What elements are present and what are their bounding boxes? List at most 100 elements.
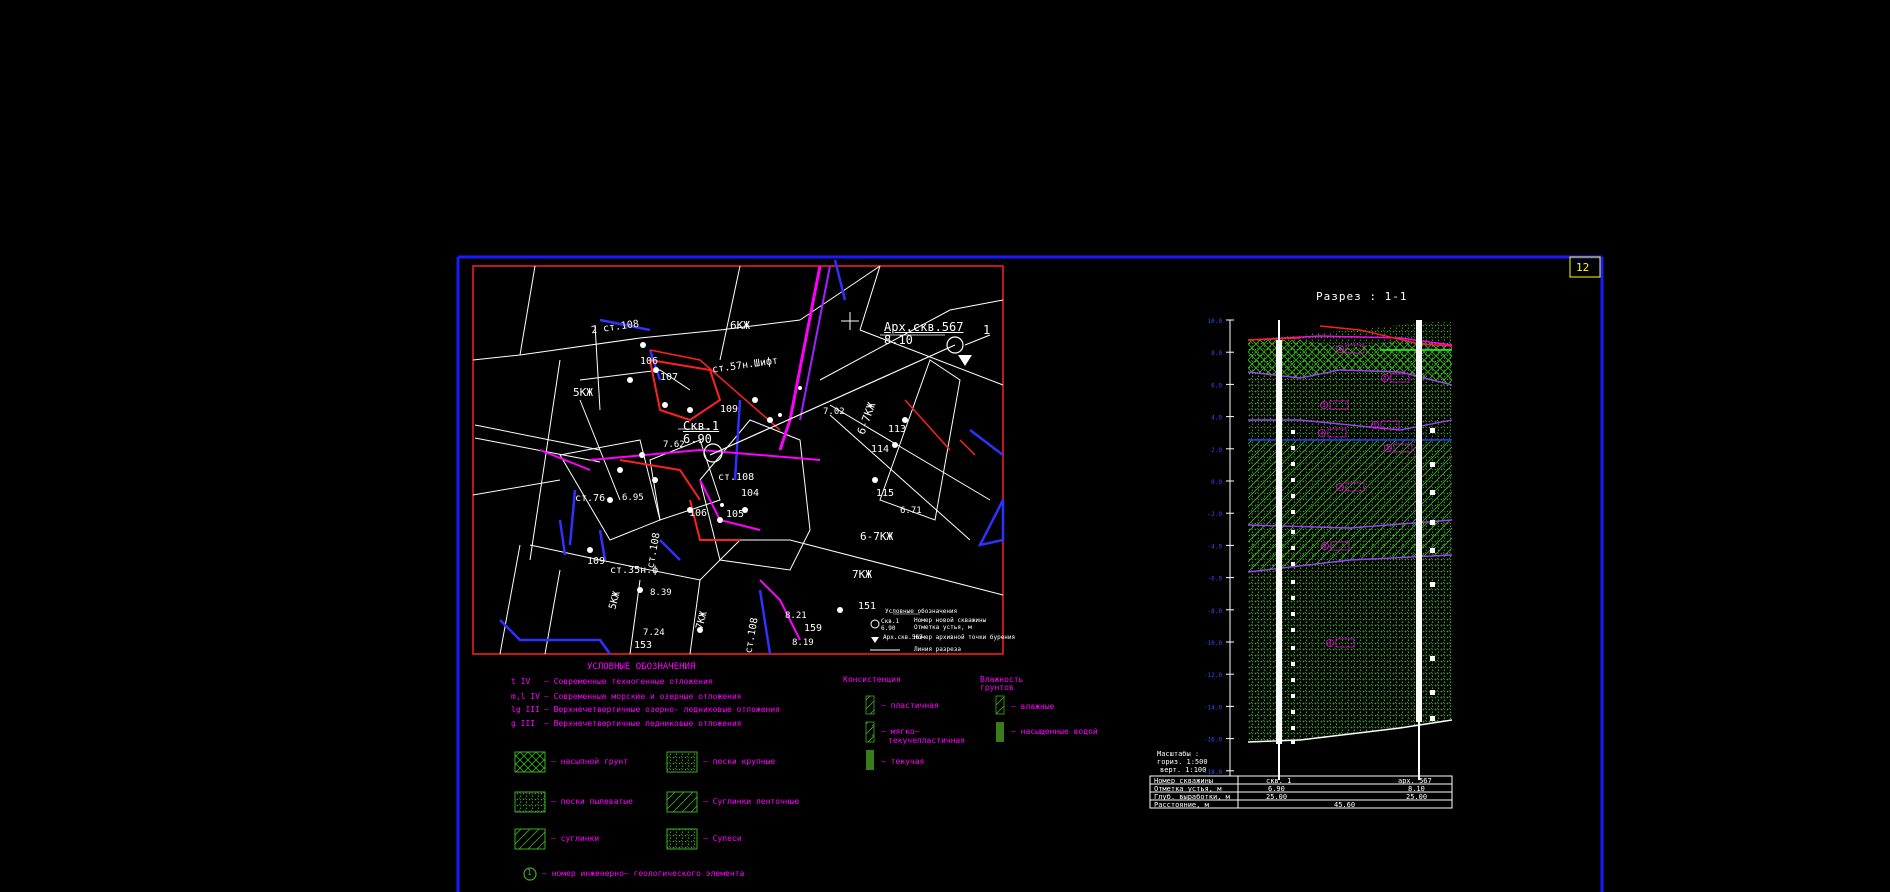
legend-title: УСЛОВНЫЕ ОБОЗНАЧЕНИЯ: [587, 662, 696, 672]
axis-tick-label: -14.0: [1204, 704, 1222, 711]
element-tag-label: 2: [1383, 376, 1386, 382]
stratum-desc: – Современные техногенные отложения: [544, 677, 713, 686]
sample-marker: [1430, 582, 1435, 587]
point-label: 107: [660, 372, 679, 383]
table-cell: 8.10: [1408, 785, 1425, 793]
point-label: 109: [720, 404, 739, 415]
well-1-column: [1276, 320, 1282, 780]
block-label: 5КЖ: [573, 386, 593, 399]
elev-label: 8.21: [785, 611, 807, 621]
axis-tick-label: 10.0: [1208, 318, 1223, 325]
table-cell: скв. 1: [1266, 777, 1292, 785]
consistency-item: текучепластичная: [888, 736, 966, 745]
elev-label: 8.39: [650, 588, 672, 598]
element-tag-label: 1: [1338, 347, 1341, 353]
axis-tick-label: -18.0: [1204, 769, 1222, 776]
sample-marker: [1291, 662, 1295, 666]
stratum-code: t IV: [511, 677, 531, 686]
mini-legend-title: Условные обозначения: [885, 608, 958, 615]
axis-tick-label: 4.0: [1211, 415, 1222, 422]
sample-marker: [1291, 562, 1295, 566]
element-tag-label: 9: [1328, 641, 1331, 647]
sample-marker: [1291, 430, 1295, 434]
axis-tick-label: -2.0: [1208, 511, 1223, 518]
axis-tick-label: -6.0: [1208, 576, 1223, 583]
elev-label: 7.24: [643, 628, 665, 638]
section-mark: 1: [983, 323, 991, 337]
table-row-label: Номер скважины: [1154, 777, 1214, 785]
table-row-label: Расстояние, м: [1154, 801, 1209, 809]
sample-marker: [1430, 690, 1435, 695]
drawing-canvas: 10.0 8.0 6.0 4.0 2.0 0.0 -2.0 -4.0 -6.0 -8.0 -10.0…: [456, 255, 1604, 892]
block-label: 6-7КЖ: [860, 530, 894, 543]
axis-tick-label: -16.0: [1204, 737, 1222, 744]
sample-marker: [1430, 656, 1435, 661]
element-tag-label: 6: [1386, 446, 1389, 452]
elev-label: 6.95: [622, 493, 644, 503]
stratum-code: lg III: [511, 705, 540, 714]
sample-marker: [1291, 510, 1295, 514]
table-cell: 25.00: [1406, 793, 1428, 801]
consistency-item: – мягко–: [881, 727, 920, 736]
soil-desc: – пески крупные: [703, 757, 776, 766]
archive-well-elevation: 8.10: [884, 333, 913, 347]
sheet-number: 12: [1576, 261, 1590, 274]
axis-tick-label: -4.0: [1208, 543, 1223, 550]
sample-marker: [1291, 710, 1295, 714]
point-label: 151: [858, 601, 877, 612]
stratum-code: m,l IV: [511, 692, 540, 701]
point-label: 159: [804, 623, 823, 634]
element-tag-label: 4: [1320, 431, 1323, 437]
axis-tick-label: 0.0: [1211, 479, 1222, 486]
moisture-title-2: грунтов: [980, 683, 1014, 692]
element-tag-label: 3: [1322, 403, 1325, 409]
soil-desc: – пески пылеватые: [551, 797, 633, 806]
table-cell: арх. 567: [1398, 777, 1432, 785]
new-well-name: Скв.1: [683, 419, 720, 433]
point-label: 109: [587, 556, 606, 567]
elev-label: 8.19: [792, 638, 814, 648]
stratum-code: g III: [511, 719, 536, 728]
element-tag-label: 8: [1323, 544, 1326, 550]
axis-tick-label: 2.0: [1211, 447, 1222, 454]
sample-marker: [1430, 462, 1435, 467]
new-well-elevation: 6.90: [683, 432, 712, 446]
soil-desc: – Супеси: [703, 834, 742, 843]
consistency-title: Консистенция: [843, 675, 901, 684]
element-tag-label: 5: [1373, 423, 1376, 429]
soil-desc: – Суглинки ленточные: [703, 797, 800, 806]
axis-tick-label: 6.0: [1211, 382, 1222, 389]
stratum-desc: – Верхнечетвертичные озерно- ледниковые …: [544, 705, 781, 714]
sample-marker: [1291, 546, 1295, 550]
mini-legend-item: Скв.1: [881, 618, 900, 625]
axis-tick-label: -10.0: [1204, 640, 1222, 647]
building-label: ст.76: [575, 493, 606, 504]
table-cell: 25.00: [1266, 793, 1288, 801]
mini-legend-item: Отметка устья, м: [914, 624, 972, 631]
sample-marker: [1291, 446, 1295, 450]
block-label: 7КЖ: [852, 568, 872, 581]
point-label: 153: [634, 640, 653, 651]
elev-label: 7.02: [823, 407, 845, 417]
sample-marker: [1291, 478, 1295, 482]
moisture-item: – насыщенные водой: [1011, 727, 1098, 736]
table-row-label: Глуб. выработки, м: [1154, 793, 1230, 801]
elev-label: 6.71: [900, 506, 922, 516]
table-cell: 45.60: [1334, 801, 1356, 809]
point-label: 105: [726, 509, 745, 520]
element-tag-label: 7: [1338, 485, 1341, 491]
moisture-item: – влажные: [1011, 702, 1055, 711]
sample-marker: [1291, 462, 1295, 466]
section-title: Разрез : 1-1: [1316, 290, 1408, 303]
sample-marker: [1291, 678, 1295, 682]
sample-marker: [1291, 726, 1295, 730]
geological-section: 10.0 8.0 6.0 4.0 2.0 0.0 -2.0 -4.0 -6.0 -8.0 -10.0…: [1149, 318, 1453, 809]
soil-desc: – суглинки: [551, 834, 600, 843]
sample-marker: [1291, 740, 1295, 744]
mini-legend-item: 6.90: [881, 625, 896, 632]
sample-marker: [1430, 520, 1435, 525]
axis-tick-label: 8.0: [1211, 350, 1222, 357]
point-label: 114: [871, 444, 890, 455]
mini-legend-item: Номер новой скважины: [914, 617, 987, 624]
point-label: 104: [741, 488, 760, 499]
